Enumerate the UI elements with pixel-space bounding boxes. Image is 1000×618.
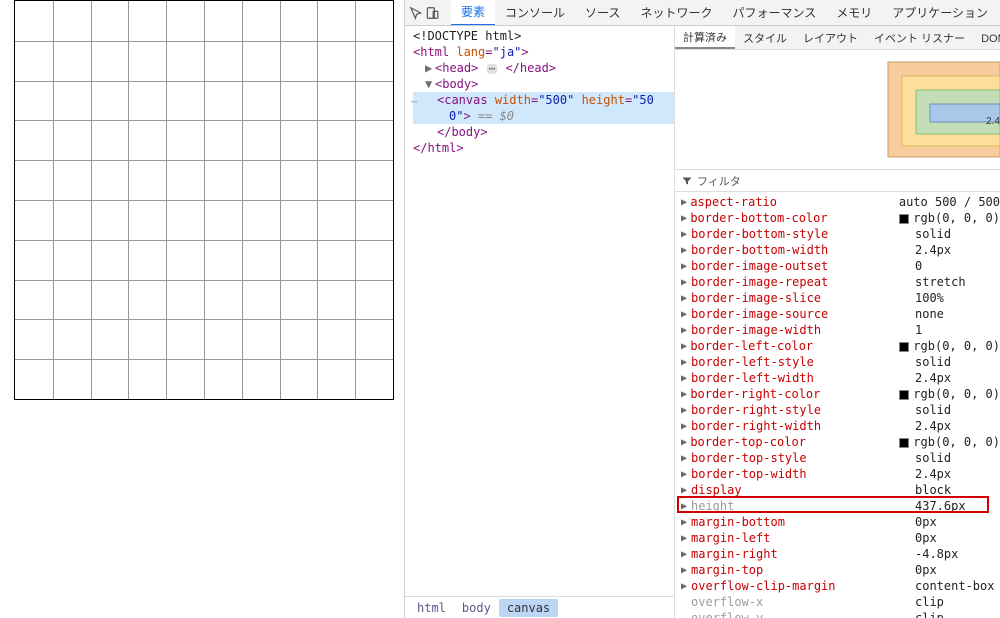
computed-row-margin-top[interactable]: ▶margin-top0px	[675, 562, 1000, 578]
styles-panel: 計算済みスタイルレイアウトイベント リスナーDOM ブ 2.4 フィルタ ▶as…	[675, 26, 1000, 618]
devtools-tab-2[interactable]: ソース	[575, 0, 630, 26]
styles-tab-0[interactable]: 計算済み	[675, 26, 735, 49]
computed-row-border-top-width[interactable]: ▶border-top-width2.4px	[675, 466, 1000, 482]
computed-row-border-left-style[interactable]: ▶border-left-stylesolid	[675, 354, 1000, 370]
page-canvas	[14, 0, 394, 400]
breadcrumb: htmlbodycanvas	[405, 596, 675, 618]
computed-properties[interactable]: ▶aspect-ratioauto 500 / 500▶border-botto…	[675, 192, 1000, 618]
filter-icon	[681, 175, 693, 187]
selected-canvas-node[interactable]: ⋯ <canvas width="500" height="50	[413, 92, 674, 108]
devtools-tab-1[interactable]: コンソール	[495, 0, 575, 26]
computed-row-border-image-width[interactable]: ▶border-image-width1	[675, 322, 1000, 338]
styles-tab-1[interactable]: スタイル	[735, 26, 795, 49]
styles-tab-3[interactable]: イベント リスナー	[866, 26, 973, 49]
breadcrumb-body[interactable]: body	[454, 599, 499, 617]
filter-input[interactable]: フィルタ	[675, 170, 1000, 192]
devtools-toolbar: 要素コンソールソースネットワークパフォーマンスメモリアプリケーションセキュリティ	[405, 0, 1000, 26]
svg-text:2.4: 2.4	[986, 116, 1000, 127]
breadcrumb-html[interactable]: html	[409, 599, 454, 617]
computed-row-overflow-x[interactable]: overflow-xclip	[675, 594, 1000, 610]
computed-row-border-left-width[interactable]: ▶border-left-width2.4px	[675, 370, 1000, 386]
devtools-panel: 要素コンソールソースネットワークパフォーマンスメモリアプリケーションセキュリティ…	[404, 0, 1000, 618]
styles-tab-4[interactable]: DOM ブ	[973, 26, 1000, 49]
computed-row-overflow-y[interactable]: overflow-yclip	[675, 610, 1000, 618]
computed-row-border-right-width[interactable]: ▶border-right-width2.4px	[675, 418, 1000, 434]
elements-tree[interactable]: <!DOCTYPE html> <html lang="ja"> ▶<head>…	[405, 26, 675, 618]
computed-row-border-top-style[interactable]: ▶border-top-stylesolid	[675, 450, 1000, 466]
computed-row-border-left-color[interactable]: ▶border-left-colorrgb(0, 0, 0)	[675, 338, 1000, 354]
inspect-icon[interactable]	[409, 2, 423, 24]
computed-row-border-top-color[interactable]: ▶border-top-colorrgb(0, 0, 0)	[675, 434, 1000, 450]
computed-row-aspect-ratio[interactable]: ▶aspect-ratioauto 500 / 500	[675, 194, 1000, 210]
computed-row-border-right-color[interactable]: ▶border-right-colorrgb(0, 0, 0)	[675, 386, 1000, 402]
devtools-tab-3[interactable]: ネットワーク	[630, 0, 722, 26]
devtools-tab-4[interactable]: パフォーマンス	[722, 0, 826, 26]
styles-tab-2[interactable]: レイアウト	[795, 26, 866, 49]
doctype-node: <!DOCTYPE html>	[413, 29, 521, 43]
devtools-tab-6[interactable]: アプリケーション	[882, 0, 998, 26]
computed-row-border-bottom-style[interactable]: ▶border-bottom-stylesolid	[675, 226, 1000, 242]
computed-row-border-image-source[interactable]: ▶border-image-sourcenone	[675, 306, 1000, 322]
computed-row-margin-left[interactable]: ▶margin-left0px	[675, 530, 1000, 546]
computed-row-border-bottom-width[interactable]: ▶border-bottom-width2.4px	[675, 242, 1000, 258]
computed-row-margin-right[interactable]: ▶margin-right-4.8px	[675, 546, 1000, 562]
computed-row-border-image-outset[interactable]: ▶border-image-outset0	[675, 258, 1000, 274]
body-close: </body>	[437, 125, 488, 139]
box-model-diagram: 2.4	[675, 50, 1000, 170]
computed-row-height[interactable]: ▶height437.6px	[675, 498, 1000, 514]
devtools-tab-0[interactable]: 要素	[451, 0, 495, 26]
devtools-tab-5[interactable]: メモリ	[826, 0, 882, 26]
breadcrumb-canvas[interactable]: canvas	[499, 599, 558, 617]
computed-row-margin-bottom[interactable]: ▶margin-bottom0px	[675, 514, 1000, 530]
computed-row-border-right-style[interactable]: ▶border-right-stylesolid	[675, 402, 1000, 418]
computed-row-display[interactable]: ▶displayblock	[675, 482, 1000, 498]
computed-row-border-image-slice[interactable]: ▶border-image-slice100%	[675, 290, 1000, 306]
computed-row-border-bottom-color[interactable]: ▶border-bottom-colorrgb(0, 0, 0)	[675, 210, 1000, 226]
device-toggle-icon[interactable]	[425, 2, 439, 24]
computed-row-overflow-clip-margin[interactable]: ▶overflow-clip-margincontent-box	[675, 578, 1000, 594]
computed-row-border-image-repeat[interactable]: ▶border-image-repeatstretch	[675, 274, 1000, 290]
styles-subtabs: 計算済みスタイルレイアウトイベント リスナーDOM ブ	[675, 26, 1000, 50]
html-close: </html>	[413, 141, 464, 155]
